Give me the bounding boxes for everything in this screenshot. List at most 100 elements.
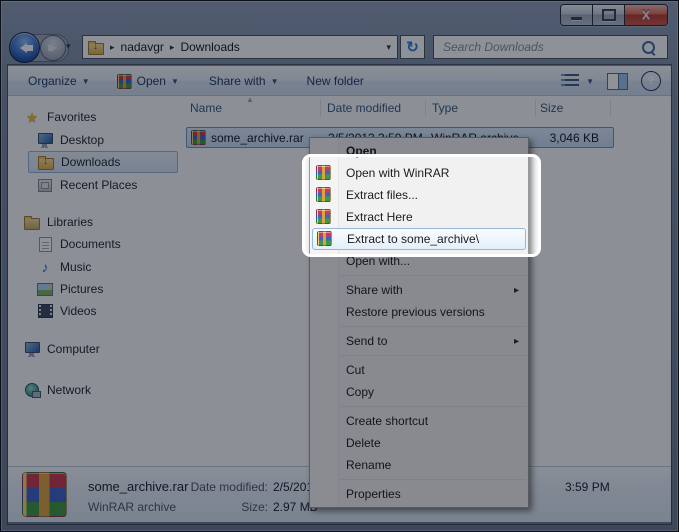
sidebar-item-music[interactable]: ♪ Music	[8, 256, 91, 278]
refresh-button[interactable]: ↻	[400, 35, 425, 59]
help-icon[interactable]: ?	[641, 71, 661, 91]
column-divider[interactable]	[425, 99, 426, 117]
document-icon	[37, 236, 53, 252]
star-icon: ★	[24, 109, 40, 125]
column-divider[interactable]	[320, 99, 321, 117]
column-header-name[interactable]: Name	[190, 96, 222, 120]
address-dropdown-icon[interactable]: ▾	[386, 42, 391, 53]
toolbar-right-cluster: ▼ ?	[561, 67, 661, 95]
details-size-label: Size:	[138, 500, 268, 514]
forward-arrow-icon	[51, 44, 61, 52]
sidebar-label: Desktop	[60, 133, 104, 147]
winrar-icon	[191, 130, 206, 145]
menu-item-extract-here[interactable]: Extract Here	[310, 206, 528, 228]
breadcrumb-item-user[interactable]: nadavgr	[121, 40, 164, 54]
close-button[interactable]: X	[625, 5, 667, 25]
window-controls: X	[560, 4, 668, 26]
sidebar-item-videos[interactable]: Videos	[8, 300, 96, 322]
desktop-icon	[37, 132, 53, 148]
recent-places-icon	[37, 177, 53, 193]
menu-separator	[340, 355, 526, 356]
sidebar-label: Videos	[60, 304, 96, 318]
sidebar-label: Favorites	[47, 110, 96, 124]
minimize-button[interactable]	[561, 5, 593, 25]
menu-item-open[interactable]: Open	[310, 140, 528, 162]
share-with-label: Share with	[209, 74, 266, 88]
share-with-button[interactable]: Share with ▼	[209, 74, 279, 88]
chevron-down-icon: ▼	[171, 77, 179, 86]
search-icon[interactable]	[642, 41, 655, 54]
menu-item-send-to[interactable]: Send to ▸	[310, 330, 528, 352]
sidebar-label: Recent Places	[60, 178, 137, 192]
sidebar-item-pictures[interactable]: Pictures	[8, 278, 103, 300]
sidebar-label: Network	[47, 383, 91, 397]
organize-label: Organize	[28, 74, 77, 88]
breadcrumb[interactable]: ▸ nadavgr ▸ Downloads ▾	[82, 35, 398, 59]
back-button[interactable]	[9, 32, 40, 63]
winrar-icon	[22, 472, 67, 517]
menu-item-cut[interactable]: Cut	[310, 359, 528, 381]
menu-item-extract-files[interactable]: Extract files...	[310, 184, 528, 206]
sidebar-item-recent-places[interactable]: Recent Places	[8, 174, 137, 196]
sidebar-label: Libraries	[47, 215, 93, 229]
downloads-folder-icon	[38, 154, 54, 170]
open-label: Open	[137, 74, 166, 88]
change-view-icon[interactable]	[561, 74, 579, 88]
winrar-icon	[316, 209, 331, 224]
search-input[interactable]	[441, 39, 642, 55]
menu-item-open-with-winrar[interactable]: Open with WinRAR	[310, 162, 528, 184]
menu-item-extract-to-folder[interactable]: Extract to some_archive\	[312, 228, 526, 250]
command-toolbar: Organize ▼ Open ▼ Share with ▼ New folde…	[8, 66, 671, 96]
close-icon: X	[642, 8, 650, 22]
sidebar-label: Downloads	[61, 155, 120, 169]
organize-button[interactable]: Organize ▼	[28, 74, 90, 88]
column-header-size[interactable]: Size	[540, 96, 563, 120]
sidebar-group-libraries[interactable]: Libraries	[8, 211, 93, 233]
sidebar-label: Pictures	[60, 282, 103, 296]
open-button[interactable]: Open ▼	[117, 74, 179, 89]
menu-item-properties[interactable]: Properties	[310, 483, 528, 505]
menu-item-rename[interactable]: Rename	[310, 454, 528, 476]
details-time-fragment: 3:59 PM	[565, 480, 610, 494]
picture-icon	[37, 281, 53, 297]
sidebar-group-favorites[interactable]: ★ Favorites	[8, 106, 96, 128]
sidebar-item-downloads[interactable]: Downloads	[28, 151, 178, 173]
column-divider[interactable]	[535, 99, 536, 117]
sidebar-item-desktop[interactable]: Desktop	[8, 129, 104, 151]
network-globe-icon	[24, 382, 40, 398]
menu-item-copy[interactable]: Copy	[310, 381, 528, 403]
computer-icon	[24, 341, 40, 357]
breadcrumb-chevron-icon: ▸	[110, 42, 115, 53]
new-folder-button[interactable]: New folder	[307, 74, 364, 88]
column-divider[interactable]	[610, 99, 611, 117]
recent-pages-dropdown[interactable]: ▾	[66, 41, 71, 52]
details-date-label: Date modified:	[138, 480, 268, 494]
menu-item-delete[interactable]: Delete	[310, 432, 528, 454]
winrar-icon	[316, 165, 331, 180]
column-header-type[interactable]: Type	[432, 96, 458, 120]
menu-item-open-with[interactable]: Open with...	[310, 250, 528, 272]
winrar-icon	[117, 74, 132, 89]
sidebar-item-documents[interactable]: Documents	[8, 233, 121, 255]
sidebar-group-network[interactable]: Network	[8, 379, 91, 401]
menu-item-restore-previous-versions[interactable]: Restore previous versions	[310, 301, 528, 323]
minimize-icon	[571, 17, 582, 20]
music-note-icon: ♪	[37, 259, 53, 275]
menu-separator	[340, 275, 526, 276]
submenu-arrow-icon: ▸	[514, 285, 519, 296]
breadcrumb-item-downloads[interactable]: Downloads	[180, 40, 239, 54]
search-box	[433, 35, 668, 59]
preview-pane-icon[interactable]	[607, 73, 628, 90]
column-header-date-modified[interactable]: Date modified	[327, 96, 401, 120]
new-folder-label: New folder	[307, 74, 364, 88]
sort-ascending-icon: ▲	[246, 95, 254, 104]
maximize-button[interactable]	[593, 5, 625, 25]
menu-separator	[340, 479, 526, 480]
view-dropdown-icon[interactable]: ▼	[586, 77, 594, 86]
chevron-down-icon: ▼	[82, 77, 90, 86]
menu-item-share-with[interactable]: Share with ▸	[310, 279, 528, 301]
menu-item-create-shortcut[interactable]: Create shortcut	[310, 410, 528, 432]
forward-button[interactable]	[40, 35, 66, 61]
menu-separator	[340, 406, 526, 407]
sidebar-group-computer[interactable]: Computer	[8, 338, 100, 360]
